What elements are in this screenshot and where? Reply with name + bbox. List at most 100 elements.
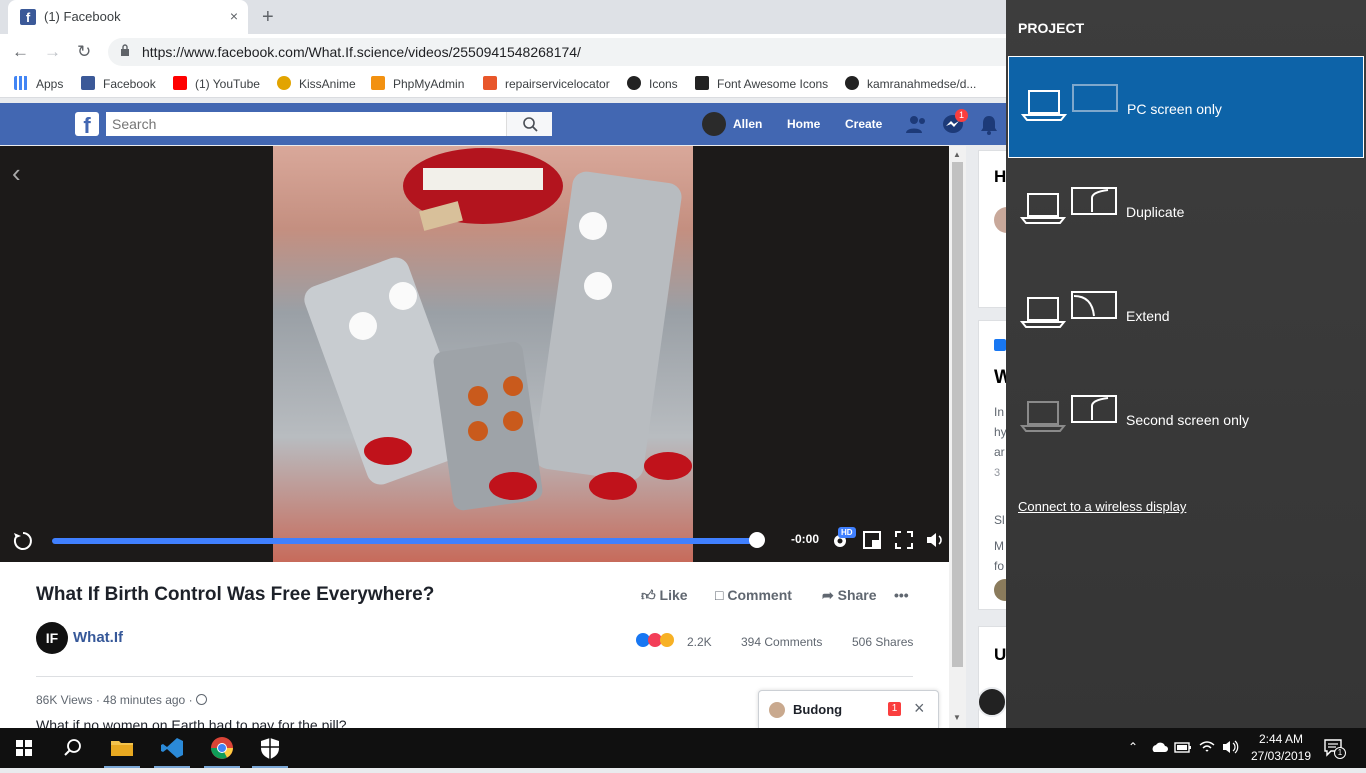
shares-count[interactable]: 506 Shares — [852, 635, 913, 649]
bookmark-kissanime[interactable]: KissAnime — [277, 76, 356, 91]
action-center-button[interactable]: 1 — [1322, 736, 1346, 760]
nav-home-link[interactable]: Home — [787, 117, 820, 131]
friend-requests-icon[interactable] — [905, 114, 929, 134]
contact-avatar[interactable] — [977, 687, 1007, 717]
scroll-up-arrow-icon[interactable]: ▲ — [953, 150, 961, 159]
clock-date: 27/03/2019 — [1250, 749, 1312, 763]
option-label: Second screen only — [1126, 412, 1249, 428]
project-option-duplicate[interactable]: Duplicate — [1008, 160, 1364, 262]
tab-title: (1) Facebook — [44, 9, 121, 24]
progress-scrubber-handle[interactable] — [749, 532, 765, 548]
bookmark-phpmyadmin[interactable]: PhpMyAdmin — [371, 76, 464, 91]
card-text: ar — [994, 445, 1005, 459]
onedrive-cloud-icon[interactable] — [1150, 740, 1168, 754]
post-time[interactable]: 48 minutes ago — [103, 693, 185, 707]
project-panel: PROJECT PC screen only Duplicate Extend … — [1006, 0, 1366, 728]
reactions-icons[interactable] — [636, 633, 674, 652]
tab-close-icon[interactable]: × — [230, 8, 238, 24]
facebook-logo-icon[interactable]: f — [75, 112, 99, 138]
video-progress-bar[interactable] — [52, 538, 758, 544]
back-chevron-icon[interactable]: ‹ — [12, 158, 21, 189]
nav-user-link[interactable]: Allen — [733, 117, 762, 131]
share-button[interactable]: ➦ Share — [822, 587, 877, 604]
picture-in-picture-icon[interactable] — [863, 531, 881, 549]
bookmark-youtube[interactable]: (1) YouTube — [173, 76, 260, 91]
scroll-down-arrow-icon[interactable]: ▼ — [953, 713, 961, 722]
start-button[interactable] — [0, 728, 48, 768]
bookmark-icons[interactable]: Icons — [627, 76, 678, 91]
video-thumbnail-image — [304, 148, 692, 511]
card-text: In — [994, 405, 1005, 419]
battery-icon[interactable] — [1174, 740, 1192, 754]
avatar[interactable] — [702, 112, 726, 136]
chrome-taskbar-button[interactable] — [198, 728, 246, 768]
hd-badge: HD — [838, 527, 856, 538]
page-avatar[interactable]: IF — [36, 622, 68, 654]
notifications-bell-icon[interactable] — [978, 114, 1000, 136]
search-input[interactable] — [106, 112, 506, 136]
video-frame — [273, 146, 693, 562]
share-arrow-icon: ➦ — [822, 587, 834, 603]
bookmark-facebook[interactable]: Facebook — [81, 76, 156, 91]
replay-icon[interactable] — [12, 530, 34, 552]
facebook-favicon-icon: f — [20, 9, 36, 25]
search-icon — [523, 117, 538, 132]
reactions-count[interactable]: 2.2K — [687, 635, 712, 649]
thumbs-up-icon: 👍︎ — [641, 587, 656, 603]
windows-taskbar: ⌃ 2:44 AM 27/03/2019 1 — [0, 728, 1366, 768]
scrollbar-thumb[interactable] — [952, 162, 963, 667]
chat-avatar — [769, 702, 785, 718]
card-text: fo — [994, 559, 1005, 573]
bookmark-github[interactable]: kamranahmedse/d... — [845, 76, 976, 91]
notification-count-badge: 1 — [1334, 747, 1346, 759]
project-option-extend[interactable]: Extend — [1008, 264, 1364, 366]
connect-wireless-display-link[interactable]: Connect to a wireless display — [1018, 499, 1186, 514]
security-taskbar-button[interactable] — [246, 728, 294, 768]
nav-create-link[interactable]: Create — [845, 117, 882, 131]
facebook-search-box[interactable] — [106, 112, 552, 136]
fullscreen-icon[interactable] — [895, 531, 913, 549]
right-sidebar: H W In hy ar 3 Sl M fo U — [966, 146, 1010, 728]
project-option-second-screen-only[interactable]: Second screen only — [1008, 368, 1364, 470]
url-text: https://www.facebook.com/What.If.science… — [142, 44, 581, 60]
forward-arrow-icon[interactable]: → — [44, 42, 61, 62]
vscode-taskbar-button[interactable] — [148, 728, 196, 768]
card-meta: 3 — [994, 467, 1001, 479]
speaker-volume-icon[interactable] — [1221, 739, 1241, 755]
option-label: PC screen only — [1127, 101, 1222, 117]
bookmark-repairservicelocator[interactable]: repairservicelocator — [483, 76, 610, 91]
search-button[interactable] — [48, 728, 96, 768]
reload-icon[interactable]: ↻ — [77, 42, 91, 62]
video-title: What If Birth Control Was Free Everywher… — [36, 584, 435, 605]
taskbar-clock[interactable]: 2:44 AM 27/03/2019 — [1246, 731, 1316, 765]
card-text: Sl — [994, 513, 1005, 527]
like-button[interactable]: 👍︎ Like — [641, 587, 688, 604]
search-button[interactable] — [506, 112, 552, 136]
wifi-icon[interactable] — [1198, 739, 1216, 755]
folder-icon — [111, 741, 133, 756]
project-option-pc-screen-only[interactable]: PC screen only — [1008, 56, 1364, 158]
volume-icon[interactable] — [926, 531, 946, 549]
show-hidden-icons-chevron-icon[interactable]: ⌃ — [1128, 740, 1138, 754]
chat-tab[interactable]: Budong 1 × — [758, 690, 939, 728]
apps-grid-icon — [14, 76, 28, 90]
search-icon — [64, 739, 81, 756]
facebook-icon — [81, 76, 95, 90]
facebook-header: f Allen Home Create 1 — [0, 103, 1010, 145]
page-scrollbar[interactable]: ▲ ▼ — [949, 146, 966, 728]
page-name-link[interactable]: What.If — [73, 629, 123, 646]
browser-tab[interactable]: f (1) Facebook × — [8, 0, 248, 34]
divider — [36, 676, 913, 677]
more-options-button[interactable]: ••• — [894, 587, 909, 603]
bookmark-apps[interactable]: Apps — [14, 76, 63, 91]
comments-count[interactable]: 394 Comments — [741, 635, 822, 649]
youtube-icon — [173, 76, 187, 90]
bookmark-font-awesome[interactable]: Font Awesome Icons — [695, 76, 828, 91]
comment-button[interactable]: □ Comment — [715, 587, 792, 603]
new-tab-button[interactable]: + — [262, 6, 274, 29]
back-arrow-icon[interactable]: ← — [12, 42, 29, 62]
video-badge-icon — [994, 339, 1006, 351]
file-explorer-taskbar-button[interactable] — [98, 728, 146, 768]
chat-close-icon[interactable]: × — [914, 698, 925, 719]
video-player[interactable]: ‹ -0:00 HD — [0, 146, 949, 562]
